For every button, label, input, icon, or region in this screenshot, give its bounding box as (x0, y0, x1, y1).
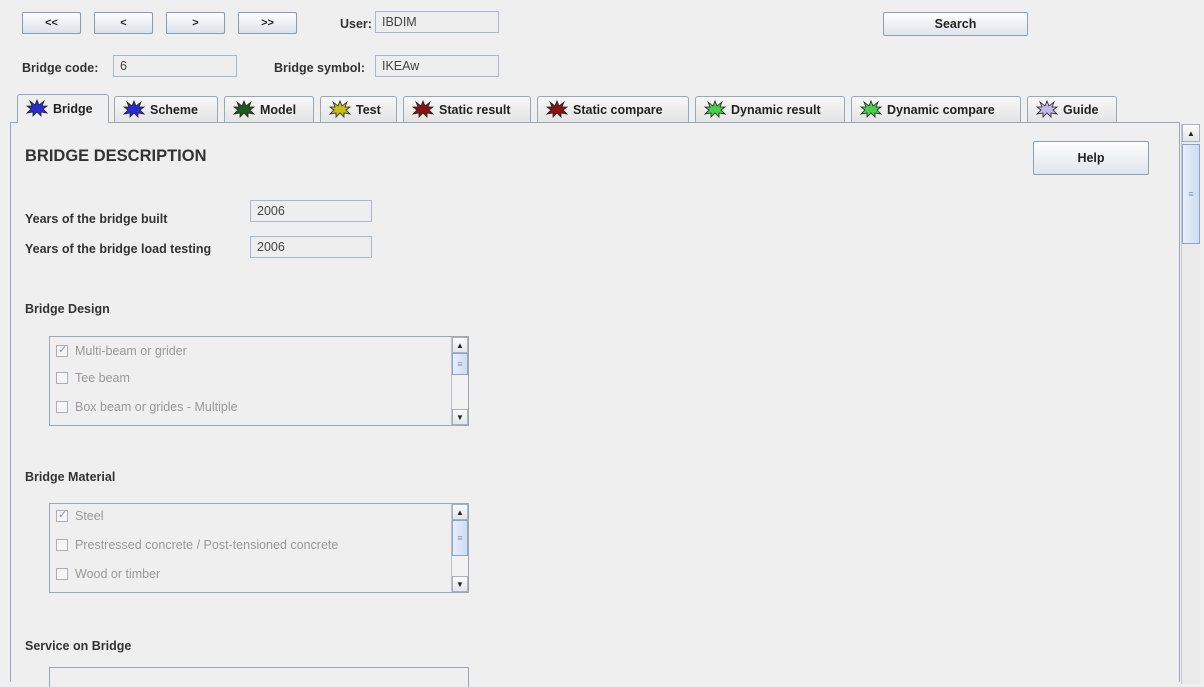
first-record-button[interactable]: << (22, 12, 81, 34)
last-record-button[interactable]: >> (238, 12, 297, 34)
tab-scheme[interactable]: Scheme (114, 96, 218, 123)
help-button[interactable]: Help (1033, 141, 1149, 175)
tab-dynamic-result[interactable]: Dynamic result (695, 96, 845, 123)
scroll-down-icon[interactable]: ▼ (452, 409, 468, 425)
checkbox[interactable] (56, 372, 68, 384)
scroll-thumb[interactable]: ≡ (452, 353, 468, 375)
user-label: User: (340, 17, 372, 31)
tab-label: Scheme (150, 103, 198, 117)
tab-static-result[interactable]: Static result (403, 96, 531, 123)
bridge-design-list[interactable]: ✓ Multi-beam or grider Tee beam Box beam … (49, 336, 469, 426)
splat-icon (328, 99, 356, 121)
item-label: Multi-beam or grider (75, 344, 187, 358)
splat-icon (25, 98, 53, 120)
tab-static-compare[interactable]: Static compare (537, 96, 689, 123)
bridge-material-title: Bridge Material (25, 470, 116, 484)
splat-icon (122, 99, 150, 121)
vertical-scrollbar[interactable]: ▲ ≡ ▼ (451, 337, 468, 425)
years-load-testing-label: Years of the bridge load testing (25, 242, 212, 256)
bridge-code-label: Bridge code: (22, 61, 99, 75)
tab-label: Static compare (573, 103, 663, 117)
checkbox[interactable]: ✓ (56, 344, 68, 357)
list-item[interactable]: Tee beam (56, 369, 130, 387)
splat-icon (859, 99, 887, 121)
list-item[interactable]: ✓ Multi-beam or grider (56, 342, 187, 360)
tab-bridge[interactable]: Bridge (17, 94, 109, 123)
scroll-up-icon[interactable]: ▲ (1182, 124, 1200, 142)
scroll-down-icon[interactable]: ▼ (452, 576, 468, 592)
bridge-design-title: Bridge Design (25, 302, 110, 316)
item-label: Box beam or grides - Multiple (75, 400, 238, 414)
main-vertical-scrollbar[interactable]: ▲ ≡ (1181, 124, 1200, 684)
tab-dynamic-compare[interactable]: Dynamic compare (851, 96, 1021, 123)
tab-label: Bridge (53, 102, 93, 116)
check-icon: ✓ (58, 509, 68, 521)
years-built-field[interactable]: 2006 (250, 200, 372, 222)
years-built-label: Years of the bridge built (25, 212, 168, 226)
next-record-button[interactable]: > (166, 12, 225, 34)
tab-label: Test (356, 103, 381, 117)
user-field[interactable]: IBDIM (375, 11, 499, 33)
tab-guide[interactable]: Guide (1027, 96, 1117, 123)
bridge-symbol-field[interactable]: IKEAw (375, 55, 499, 77)
splat-icon (1035, 99, 1063, 121)
item-label: Prestressed concrete / Post-tensioned co… (75, 538, 339, 552)
list-item[interactable]: Prestressed concrete / Post-tensioned co… (56, 536, 338, 554)
search-button[interactable]: Search (883, 12, 1028, 36)
tab-label: Static result (439, 103, 511, 117)
tab-test[interactable]: Test (320, 96, 397, 123)
scroll-up-icon[interactable]: ▲ (452, 504, 468, 520)
tab-label: Guide (1063, 103, 1099, 117)
splat-icon (232, 99, 260, 121)
bridge-code-field[interactable]: 6 (113, 55, 237, 77)
list-item[interactable]: ✓ Steel (56, 507, 104, 525)
tab-label: Dynamic compare (887, 103, 995, 117)
scroll-thumb[interactable]: ≡ (452, 520, 468, 556)
checkbox[interactable] (56, 568, 68, 580)
bridge-symbol-label: Bridge symbol: (274, 61, 365, 75)
scroll-thumb[interactable]: ≡ (1182, 144, 1200, 244)
checkbox[interactable] (56, 401, 68, 413)
service-on-bridge-title: Service on Bridge (25, 639, 132, 653)
page-title: BRIDGE DESCRIPTION (25, 147, 207, 165)
check-icon: ✓ (58, 344, 68, 356)
item-label: Steel (75, 509, 104, 523)
scroll-up-icon[interactable]: ▲ (452, 337, 468, 353)
item-label: Wood or timber (75, 567, 161, 581)
item-label: Tee beam (75, 371, 130, 385)
years-load-testing-field[interactable]: 2006 (250, 236, 372, 258)
vertical-scrollbar[interactable]: ▲ ≡ ▼ (451, 504, 468, 592)
list-item[interactable]: Box beam or grides - Multiple (56, 398, 238, 416)
checkbox[interactable]: ✓ (56, 509, 68, 522)
bridge-material-list[interactable]: ✓ Steel Prestressed concrete / Post-tensi… (49, 503, 469, 593)
tab-label: Model (260, 103, 297, 117)
tab-model[interactable]: Model (224, 96, 314, 123)
tab-label: Dynamic result (731, 103, 821, 117)
splat-icon (411, 99, 439, 121)
splat-icon (545, 99, 573, 121)
service-on-bridge-list[interactable] (49, 667, 469, 687)
list-item[interactable]: Wood or timber (56, 565, 160, 583)
splat-icon (703, 99, 731, 121)
checkbox[interactable] (56, 539, 68, 551)
previous-record-button[interactable]: < (94, 12, 153, 34)
